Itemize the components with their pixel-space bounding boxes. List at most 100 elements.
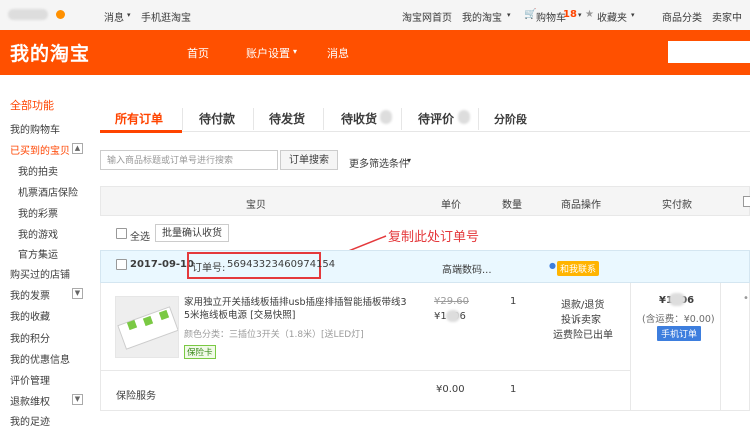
sidebar-item-shops[interactable]: 购买过的店铺	[10, 266, 70, 281]
chevron-down-icon: ▾	[407, 156, 412, 165]
chevron-down-icon: ▾	[578, 11, 582, 19]
sidebar-item-footprint[interactable]: 我的足迹	[10, 413, 50, 428]
chevron-down-icon: ▾	[507, 11, 511, 19]
more-icon[interactable]: •	[743, 293, 749, 304]
shop-name[interactable]: 高端数码...	[442, 261, 492, 276]
cart-count: 18	[563, 9, 577, 20]
column-header-quantity: 数量	[502, 200, 522, 211]
tab-active-indicator	[100, 130, 182, 133]
complain-seller-link[interactable]: 投诉卖家	[561, 311, 601, 326]
original-price: ¥29.60	[434, 296, 469, 307]
tab-pending-payment[interactable]: 待付款	[199, 110, 235, 127]
insurance-badge[interactable]: 保险卡	[184, 345, 216, 359]
tab-pending-review[interactable]: 待评价	[418, 110, 454, 127]
mobile-order-badge: 手机订单	[657, 326, 702, 341]
select-all-checkbox[interactable]	[116, 228, 127, 239]
shipping-fee: (含运费：¥0.00)	[642, 314, 715, 325]
sidebar-item-cart[interactable]: 我的购物车	[10, 121, 60, 136]
divider	[100, 370, 630, 371]
sidebar-all-functions[interactable]: 全部功能	[10, 97, 54, 113]
chat-icon: ●	[549, 261, 556, 270]
header-checkbox-partial[interactable]	[743, 196, 750, 207]
header-search-input[interactable]	[668, 41, 750, 63]
product-title[interactable]: 家用独立开关插线板插排usb插座排插智能插板带线3 5米拖线板电源 [交易快照]	[184, 296, 414, 322]
tab-underline	[100, 131, 750, 132]
top-bar: 消息 ▾ 手机逛淘宝 淘宝网首页 我的淘宝 ▾ 🛒 购物车 18 ▾ ★ 收藏夹…	[0, 0, 750, 31]
tab-pending-receipt[interactable]: 待收货	[341, 110, 377, 127]
sidebar-item-points[interactable]: 我的积分	[10, 330, 50, 345]
nav-account-settings[interactable]: 账户设置	[246, 45, 290, 61]
batch-confirm-button[interactable]: 批量确认收货	[155, 224, 229, 242]
topbar-favorites[interactable]: 收藏夹	[597, 9, 627, 24]
user-level-icon	[56, 10, 65, 19]
select-all-label: 全选	[130, 232, 150, 243]
expand-icon[interactable]: ▼	[72, 288, 83, 299]
tab-divider	[478, 108, 479, 130]
topbar-categories[interactable]: 商品分类	[662, 9, 702, 24]
order-checkbox[interactable]	[116, 259, 127, 270]
nav-messages[interactable]: 消息	[327, 45, 349, 61]
chevron-down-icon: ▾	[127, 11, 131, 19]
topbar-cart[interactable]: 购物车	[536, 9, 566, 24]
sidebar-item-lottery[interactable]: 我的彩票	[18, 205, 58, 220]
sidebar-item-refunds[interactable]: 退款维权	[10, 393, 50, 408]
nav-home[interactable]: 首页	[187, 45, 209, 61]
sidebar-item-travel[interactable]: 机票酒店保险	[18, 184, 78, 199]
insurance-service-price: ¥0.00	[436, 384, 465, 395]
sidebar-item-auction[interactable]: 我的拍卖	[18, 163, 58, 178]
insurance-service-quantity: 1	[510, 384, 517, 395]
table-header	[100, 186, 750, 216]
sidebar-item-favorites[interactable]: 我的收藏	[10, 308, 50, 323]
sidebar-item-reviews[interactable]: 评价管理	[10, 372, 50, 387]
tab-divider	[401, 108, 402, 130]
tab-divider	[253, 108, 254, 130]
order-date: 2017-09-10	[130, 259, 194, 270]
product-title-text[interactable]: 家用独立开关插线板插排usb插座排插智能插板带线3 5米拖线板电源 [交易快照]	[184, 297, 407, 321]
product-thumbnail[interactable]	[115, 296, 179, 358]
product-spec: 颜色分类：三插位3开关（1.8米）[送LED灯]	[184, 330, 364, 340]
divider	[720, 283, 721, 411]
tab-divider	[182, 108, 183, 130]
insurance-service-label: 保险服务	[116, 391, 156, 402]
sidebar-item-coupons[interactable]: 我的优惠信息	[10, 351, 70, 366]
column-header-item: 宝贝	[246, 200, 266, 211]
quantity-value: 1	[510, 296, 517, 307]
topbar-messages[interactable]: 消息	[104, 9, 124, 24]
column-header-actions: 商品操作	[561, 200, 601, 211]
annotation-text: 复制此处订单号	[388, 230, 480, 245]
topbar-seller-center[interactable]: 卖家中	[712, 9, 742, 24]
divider	[630, 283, 631, 411]
order-number[interactable]: 56943323460974154	[227, 259, 335, 270]
topbar-taobao-home[interactable]: 淘宝网首页	[402, 9, 452, 24]
price-blurred	[446, 310, 460, 322]
chevron-down-icon: ▾	[631, 11, 635, 19]
sidebar-item-bought[interactable]: 已买到的宝贝	[10, 142, 70, 157]
username-blurred[interactable]	[8, 9, 48, 20]
shipping-insurance-link[interactable]: 运费险已出单	[553, 326, 613, 341]
sidebar-item-invoices[interactable]: 我的发票	[10, 287, 50, 302]
topbar-my-taobao[interactable]: 我的淘宝	[462, 9, 502, 24]
column-header-paid: 实付款	[662, 200, 692, 211]
order-search-button[interactable]: 订单搜索	[280, 150, 338, 170]
order-search-input[interactable]: 输入商品标题或订单号进行搜索	[100, 150, 278, 170]
expand-icon[interactable]: ▼	[72, 394, 83, 405]
column-header-price: 单价	[441, 200, 461, 211]
tab-pending-shipment[interactable]: 待发货	[269, 110, 305, 127]
contact-seller-button[interactable]: 和我联系	[557, 261, 600, 276]
my-taobao-logo[interactable]: 我的淘宝	[10, 39, 90, 66]
tab-all-orders[interactable]: 所有订单	[115, 110, 163, 127]
tab-divider	[323, 108, 324, 130]
sidebar-item-games[interactable]: 我的游戏	[18, 226, 58, 241]
refund-return-link[interactable]: 退款/退货	[561, 296, 604, 311]
topbar-mobile-taobao[interactable]: 手机逛淘宝	[141, 9, 191, 24]
star-icon: ★	[585, 9, 594, 20]
more-filters-link[interactable]: 更多筛选条件	[349, 155, 409, 170]
chevron-down-icon: ▾	[293, 47, 298, 56]
cart-icon: 🛒	[524, 9, 537, 20]
paid-blurred	[669, 293, 685, 306]
sidebar-item-consolidation[interactable]: 官方集运	[18, 246, 58, 261]
tab-installment[interactable]: 分阶段	[494, 111, 527, 127]
main-header	[0, 30, 750, 75]
order-number-label: 订单号:	[192, 263, 226, 274]
collapse-icon[interactable]: ▲	[72, 143, 83, 154]
